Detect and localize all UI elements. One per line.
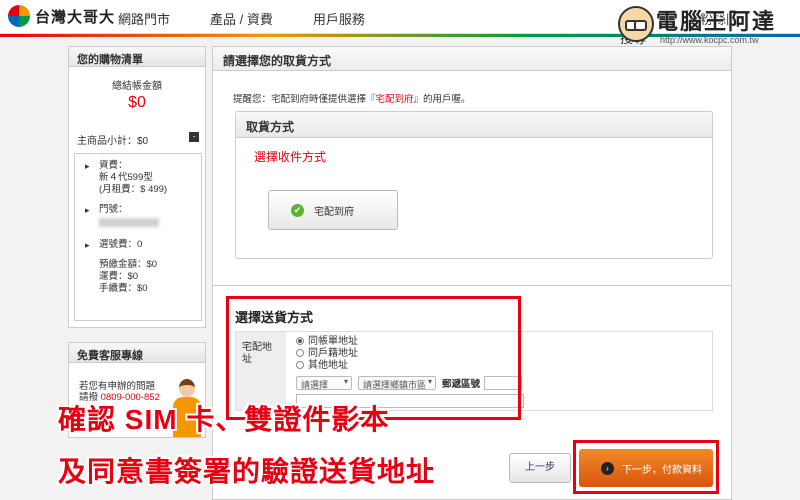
nav-online-store[interactable]: 網路門市 — [118, 9, 170, 28]
cart-title: 您的購物清單 — [69, 47, 205, 67]
watermark: 電腦王阿達 http://www.kocpc.com.tw — [616, 2, 796, 48]
caption-line1: 確認 SIM 卡、雙證件影本 — [58, 404, 390, 435]
subtotal-row: 主商品小計：$0 - — [77, 132, 199, 147]
notice-prefix: 提醒您：宅配到府時僅提供選擇『 — [233, 94, 376, 105]
mascot-face-icon — [618, 6, 654, 42]
shipping-fee: 運費：$0 — [99, 271, 139, 282]
nav-user-service[interactable]: 用戶服務 — [313, 9, 365, 28]
page-title: 請選擇您的取貨方式 — [213, 47, 731, 71]
number-item[interactable]: 門號： — [81, 204, 195, 231]
selection-fee: 選號費：0 — [99, 239, 143, 250]
total-label: 總結帳金額 — [112, 81, 162, 92]
plan-item[interactable]: 資費： 新４代599型 (月租費：$ 499) — [81, 160, 195, 196]
brand-logo-icon — [8, 5, 30, 27]
fee-summary: 預繳金額：$0 運費：$0 手續費：$0 — [81, 259, 195, 295]
number-label: 門號： — [99, 204, 128, 215]
selection-fee-item[interactable]: 選號費：0 — [81, 239, 195, 251]
cart-detail: 資費： 新４代599型 (月租費：$ 499) 門號： 選號費：0 預繳金額：$… — [74, 153, 202, 321]
handling-fee: 手續費：$0 — [99, 283, 148, 294]
highlight-box-next — [573, 440, 719, 494]
pickup-subtitle: 選擇收件方式 — [254, 150, 327, 164]
main-nav: 網路門市 產品 / 資費 用戶服務 — [118, 9, 405, 28]
brand-name: 台灣大哥大 — [35, 8, 116, 26]
subtotal-label: 主商品小計：$0 — [77, 136, 149, 147]
plan-name: 新４代599型 — [99, 172, 153, 183]
service-title: 免費客服專線 — [69, 343, 205, 363]
home-delivery-button[interactable]: ✔ 宅配到府 — [268, 190, 398, 230]
notice-suffix: 』的用戶喔。 — [413, 94, 471, 105]
watermark-title: 電腦王阿達 — [656, 9, 777, 34]
plan-fee: (月租費：$ 499) — [99, 184, 168, 195]
plan-label: 資費： — [99, 160, 128, 171]
number-redacted — [99, 218, 159, 227]
notice-highlight: 宅配到府 — [375, 94, 414, 105]
service-line1: 若您有申辦的問題 — [79, 381, 156, 392]
agent-head — [179, 379, 195, 397]
nav-products-plans[interactable]: 產品 / 資費 — [210, 9, 273, 28]
check-icon: ✔ — [291, 203, 304, 217]
collapse-icon[interactable]: - — [189, 132, 199, 142]
prepay-amount: 預繳金額：$0 — [99, 259, 158, 270]
pickup-method-box: 取貨方式 選擇收件方式 ✔ 宅配到府 — [235, 111, 713, 259]
home-delivery-label: 宅配到府 — [314, 206, 354, 218]
shopping-cart-panel: 您的購物清單 總結帳金額 $0 主商品小計：$0 - 資費： 新４代599型 (… — [68, 46, 206, 328]
watermark-url: http://www.kocpc.com.tw — [660, 35, 759, 45]
total-value: $0 — [128, 94, 146, 111]
caption-line2: 及同意書簽署的驗證送貨地址 — [58, 456, 436, 487]
notice: 提醒您：宅配到府時僅提供選擇『宅配到府』的用戶喔。 — [233, 91, 471, 105]
section-divider — [213, 285, 731, 286]
brand-logo[interactable]: 台灣大哥大 — [8, 5, 115, 27]
pickup-title: 取貨方式 — [236, 112, 712, 138]
prev-step-button[interactable]: 上一步 — [509, 453, 571, 483]
